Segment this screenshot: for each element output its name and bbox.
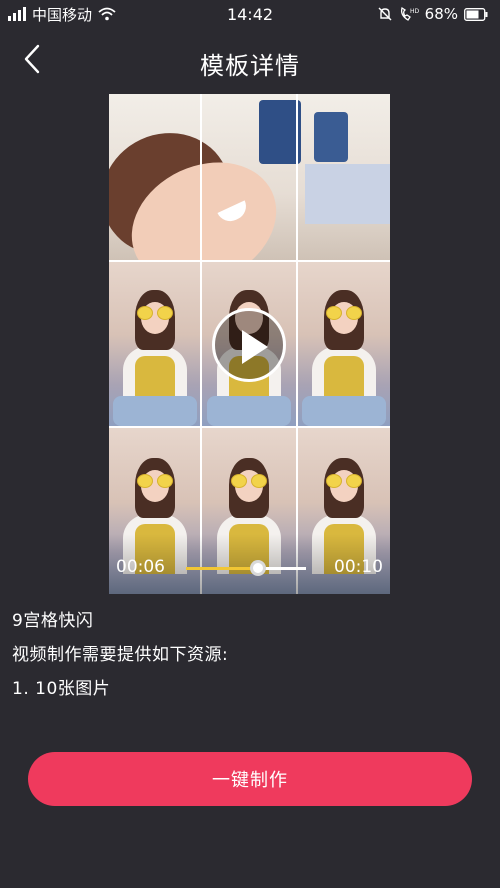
- wifi-icon: [98, 7, 116, 21]
- progress-fill: [186, 567, 258, 570]
- grid-divider: [109, 426, 390, 428]
- status-bar: 中国移动 14:42 HD 68%: [0, 0, 500, 28]
- template-name: 9宫格快闪: [12, 611, 94, 631]
- template-info: 9宫格快闪 视频制作需要提供如下资源: 1. 10张图片: [12, 607, 488, 709]
- one-click-make-button[interactable]: 一键制作: [28, 752, 472, 806]
- template-requirement: 视频制作需要提供如下资源:: [12, 645, 229, 665]
- grid-divider: [200, 94, 202, 594]
- battery-icon: [464, 7, 488, 21]
- page-title: 模板详情: [200, 52, 300, 80]
- nav-bar: 模板详情: [0, 28, 500, 92]
- status-left: 中国移动: [8, 4, 116, 25]
- resource-item: 1. 10张图片: [12, 679, 111, 699]
- hanging-jacket: [314, 112, 348, 162]
- signal-icon: [8, 7, 26, 21]
- background-wall: [305, 164, 390, 224]
- video-frame-top: [109, 94, 390, 260]
- duration-time: 00:10: [334, 557, 383, 577]
- carrier-label: 中国移动: [32, 5, 93, 24]
- status-right: HD 68%: [377, 5, 488, 23]
- hanging-jacket: [259, 100, 301, 164]
- video-player[interactable]: 00:06 00:10: [109, 94, 390, 594]
- mute-icon: [378, 7, 392, 21]
- video-tile: [298, 260, 390, 426]
- play-button[interactable]: [212, 308, 286, 382]
- current-time: 00:06: [116, 557, 165, 577]
- play-icon: [242, 330, 268, 364]
- progress-thumb[interactable]: [250, 560, 266, 576]
- svg-text:HD: HD: [410, 8, 419, 15]
- grid-divider: [109, 260, 390, 262]
- video-tile: [109, 260, 200, 426]
- player-controls: 00:06 00:10: [109, 534, 390, 594]
- hd-call-icon: HD: [400, 6, 419, 21]
- grid-divider: [296, 94, 298, 594]
- progress-track[interactable]: [186, 567, 306, 570]
- battery-percent: 68%: [424, 5, 458, 23]
- screen: 中国移动 14:42 HD 68% 模板详情 00:06 00:10 9宫格快闪…: [0, 0, 500, 888]
